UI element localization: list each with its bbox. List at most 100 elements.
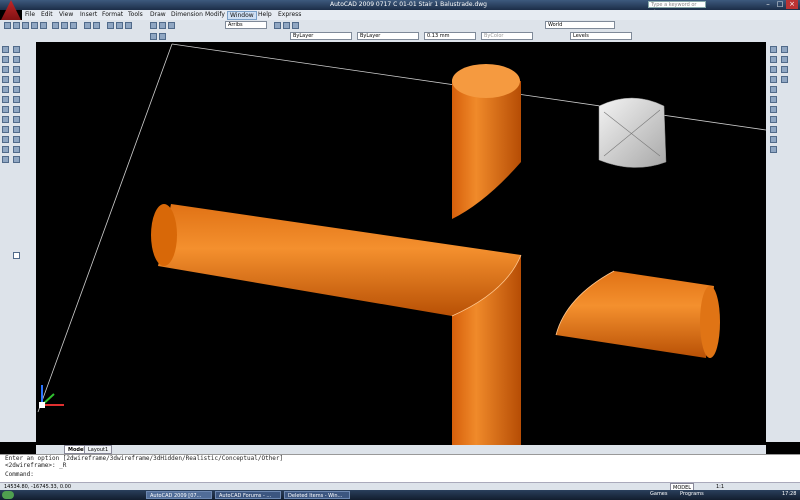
taskbar-games[interactable]: Games bbox=[650, 491, 668, 497]
move-icon[interactable] bbox=[13, 96, 20, 103]
zoom-icon[interactable] bbox=[116, 22, 123, 29]
dimension-style-icon[interactable] bbox=[274, 22, 281, 29]
undo-icon[interactable] bbox=[84, 22, 91, 29]
redo-icon[interactable] bbox=[93, 22, 100, 29]
menu-help[interactable]: Help bbox=[258, 11, 272, 18]
box-icon[interactable] bbox=[770, 46, 777, 53]
cut-icon[interactable] bbox=[52, 22, 59, 29]
layout-tabs: Model Layout1 bbox=[36, 445, 766, 454]
new-icon[interactable] bbox=[4, 22, 11, 29]
print-icon[interactable] bbox=[31, 22, 38, 29]
revolve-icon[interactable] bbox=[770, 116, 777, 123]
mirror-icon[interactable] bbox=[13, 66, 20, 73]
polyline-icon[interactable] bbox=[2, 56, 9, 63]
subtract-icon[interactable] bbox=[770, 136, 777, 143]
preview-icon[interactable] bbox=[40, 22, 47, 29]
open-icon[interactable] bbox=[13, 22, 20, 29]
polygon-icon[interactable] bbox=[2, 66, 9, 73]
menu-format[interactable]: Format bbox=[102, 11, 123, 18]
spline-icon[interactable] bbox=[2, 106, 9, 113]
cylinder-icon[interactable] bbox=[770, 66, 777, 73]
taskbar-item[interactable]: AutoCAD 2009 [07... bbox=[146, 491, 212, 499]
drawing-viewport[interactable] bbox=[36, 42, 767, 445]
menu-modify[interactable]: Modify bbox=[205, 11, 225, 18]
close-icon[interactable]: × bbox=[786, 0, 798, 9]
arc-icon[interactable] bbox=[2, 86, 9, 93]
taskbar-programs[interactable]: Programs bbox=[680, 491, 704, 497]
lineweight-combo[interactable]: 0.13 mm bbox=[424, 32, 476, 40]
ucs-combo[interactable]: World bbox=[545, 21, 615, 29]
menu-draw[interactable]: Draw bbox=[150, 11, 166, 18]
box-solid[interactable] bbox=[598, 97, 667, 168]
visual-styles-icon[interactable] bbox=[781, 46, 788, 53]
block-icon[interactable] bbox=[2, 126, 9, 133]
menu-dimension[interactable]: Dimension bbox=[171, 11, 203, 18]
linetype-combo[interactable]: ByLayer bbox=[357, 32, 419, 40]
hatch-icon[interactable] bbox=[2, 146, 9, 153]
materials-icon[interactable] bbox=[781, 76, 788, 83]
extrude-icon[interactable] bbox=[770, 106, 777, 113]
render-icon[interactable] bbox=[781, 56, 788, 63]
plotstyle-combo[interactable]: ByColor bbox=[481, 32, 533, 40]
scale-icon[interactable] bbox=[13, 116, 20, 123]
taskbar-item[interactable]: AutoCAD Forums - ... bbox=[215, 491, 281, 499]
menu-express[interactable]: Express bbox=[278, 11, 301, 18]
menu-edit[interactable]: Edit bbox=[41, 11, 53, 18]
offset-icon[interactable] bbox=[13, 76, 20, 83]
copy-object-icon[interactable] bbox=[13, 56, 20, 63]
zoom-window-icon[interactable] bbox=[125, 22, 132, 29]
layer-properties-icon[interactable] bbox=[150, 33, 157, 40]
multileader-style-icon[interactable] bbox=[292, 22, 299, 29]
top-cylinder[interactable] bbox=[452, 64, 521, 219]
menu-view[interactable]: View bbox=[59, 11, 73, 18]
help-search-input[interactable]: Type a keyword or phrase bbox=[648, 1, 706, 15]
torus-icon[interactable] bbox=[770, 96, 777, 103]
minimize-icon[interactable]: – bbox=[762, 0, 774, 9]
lights-icon[interactable] bbox=[781, 66, 788, 73]
menu-insert[interactable]: Insert bbox=[80, 11, 97, 18]
properties-icon[interactable] bbox=[150, 22, 157, 29]
line-icon[interactable] bbox=[2, 46, 9, 53]
table-style-icon[interactable] bbox=[283, 22, 290, 29]
menu-tools[interactable]: Tools bbox=[128, 11, 143, 18]
layer-icon[interactable] bbox=[159, 33, 166, 40]
tab-layout1[interactable]: Layout1 bbox=[84, 445, 113, 454]
copy-icon[interactable] bbox=[61, 22, 68, 29]
union-icon[interactable] bbox=[770, 126, 777, 133]
extend-icon[interactable] bbox=[13, 146, 20, 153]
save-icon[interactable] bbox=[22, 22, 29, 29]
maximize-icon[interactable]: □ bbox=[774, 0, 786, 9]
text-icon[interactable] bbox=[13, 252, 20, 259]
command-prompt[interactable]: Command: bbox=[0, 471, 800, 478]
horizontal-pipe[interactable] bbox=[151, 204, 522, 317]
design-center-icon[interactable] bbox=[159, 22, 166, 29]
cone-icon[interactable] bbox=[770, 76, 777, 83]
menu-window[interactable]: Window bbox=[227, 11, 257, 20]
ucs-icon bbox=[39, 385, 64, 408]
text-style-combo[interactable]: Arribs bbox=[225, 21, 267, 29]
circle-icon[interactable] bbox=[2, 96, 9, 103]
taskbar-item[interactable]: Deleted Items - Win... bbox=[284, 491, 350, 499]
wedge-icon[interactable] bbox=[770, 86, 777, 93]
tool-palettes-icon[interactable] bbox=[168, 22, 175, 29]
point-icon[interactable] bbox=[2, 136, 9, 143]
trim-icon[interactable] bbox=[13, 136, 20, 143]
command-window[interactable]: Enter an option [2dwireframe/3dwireframe… bbox=[0, 454, 800, 483]
fillet-icon[interactable] bbox=[13, 156, 20, 163]
layer-combo[interactable]: ByLayer bbox=[290, 32, 352, 40]
pan-icon[interactable] bbox=[107, 22, 114, 29]
ellipse-icon[interactable] bbox=[2, 116, 9, 123]
intersect-icon[interactable] bbox=[770, 146, 777, 153]
array-icon[interactable] bbox=[13, 86, 20, 93]
start-icon[interactable] bbox=[2, 491, 14, 499]
rotate-icon[interactable] bbox=[13, 106, 20, 113]
sphere-icon[interactable] bbox=[770, 56, 777, 63]
stretch-icon[interactable] bbox=[13, 126, 20, 133]
region-icon[interactable] bbox=[2, 156, 9, 163]
menu-file[interactable]: File bbox=[25, 11, 35, 18]
paste-icon[interactable] bbox=[70, 22, 77, 29]
layer-state-combo[interactable]: Levels bbox=[570, 32, 632, 40]
angled-pipe[interactable] bbox=[555, 270, 720, 358]
rectangle-icon[interactable] bbox=[2, 76, 9, 83]
erase-icon[interactable] bbox=[13, 46, 20, 53]
